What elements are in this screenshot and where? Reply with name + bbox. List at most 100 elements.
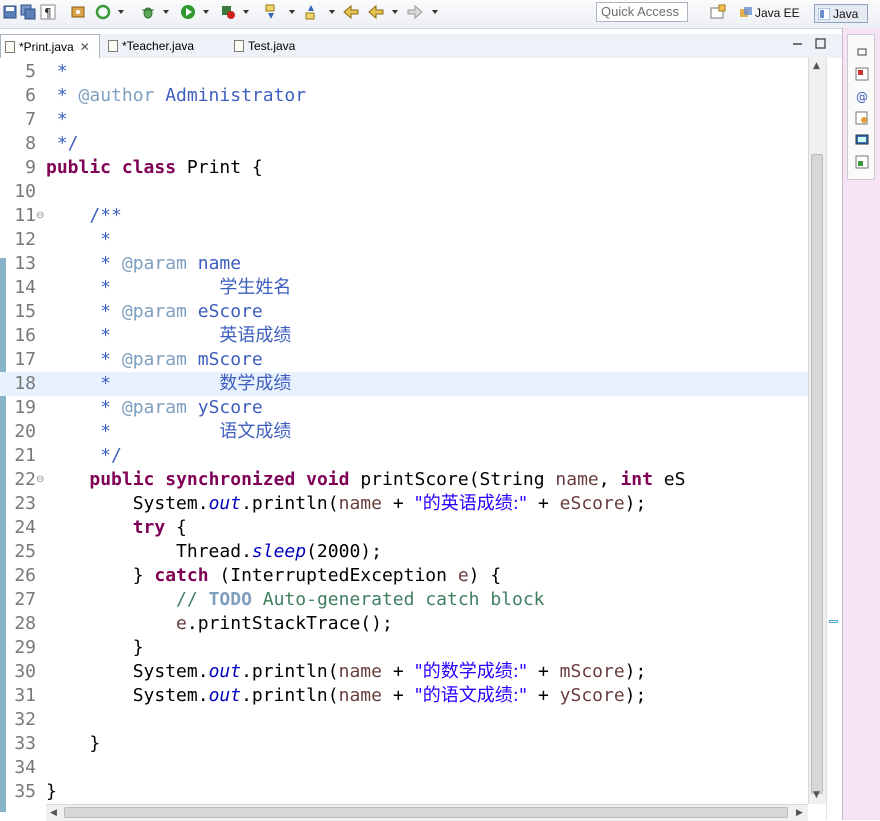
scroll-up-arrow[interactable]: ▲ bbox=[813, 61, 820, 71]
forward-dropdown-arrow[interactable] bbox=[432, 10, 438, 14]
code-line[interactable]: 22 ⊖ public synchronized void printScore(… bbox=[0, 468, 808, 492]
debug-icon[interactable] bbox=[140, 4, 156, 20]
code-token: mScore bbox=[186, 349, 263, 370]
code-token: @param bbox=[121, 301, 187, 322]
code-editor[interactable]: 5 * 6 * @author Administrator 7 * 8 */9 publ… bbox=[0, 58, 843, 821]
code-token: void bbox=[306, 469, 350, 490]
external-tools-icon[interactable] bbox=[220, 4, 236, 20]
code-token: * bbox=[46, 421, 220, 442]
code-line[interactable]: 18 * 数学成绩 bbox=[0, 372, 808, 396]
run-dropdown-arrow[interactable] bbox=[203, 10, 209, 14]
code-token: * bbox=[46, 253, 122, 274]
java-file-icon bbox=[234, 40, 244, 52]
previous-annotation-icon[interactable] bbox=[303, 4, 319, 20]
open-perspective-icon[interactable] bbox=[710, 4, 726, 20]
scroll-down-arrow[interactable]: ▼ bbox=[813, 790, 820, 800]
last-edit-icon[interactable] bbox=[343, 4, 359, 20]
code-line[interactable]: 30 System.out.println(name + "的数学成绩:" + … bbox=[0, 660, 808, 684]
quick-access-input[interactable]: Quick Access bbox=[596, 2, 688, 22]
code-line[interactable]: 8 */ bbox=[0, 132, 808, 156]
code-line[interactable]: 6 * @author Administrator bbox=[0, 84, 808, 108]
code-line[interactable]: 15 * @param eScore bbox=[0, 300, 808, 324]
code-text: public class Print { bbox=[46, 156, 263, 180]
code-line[interactable]: 20 * 语文成绩 bbox=[0, 420, 808, 444]
code-text: * @param eScore bbox=[46, 300, 263, 324]
code-line[interactable]: 24 try { bbox=[0, 516, 808, 540]
next-annotation-dropdown-arrow[interactable] bbox=[289, 10, 295, 14]
forward-icon[interactable] bbox=[407, 4, 423, 20]
code-line[interactable]: 28 e.printStackTrace(); bbox=[0, 612, 808, 636]
code-line[interactable]: 27 // TODO Auto-generated catch block bbox=[0, 588, 808, 612]
code-line[interactable]: 23 System.out.println(name + "的英语成绩:" + … bbox=[0, 492, 808, 516]
code-line[interactable]: 31 System.out.println(name + "的语文成绩:" + … bbox=[0, 684, 808, 708]
minimized-views-toolbar: @ bbox=[847, 34, 875, 180]
back-icon[interactable] bbox=[368, 4, 384, 20]
code-line[interactable]: 19 * @param yScore bbox=[0, 396, 808, 420]
perspective-java[interactable]: Java bbox=[814, 4, 868, 23]
console-icon[interactable] bbox=[855, 133, 869, 147]
code-token: { bbox=[165, 517, 187, 538]
fold-toggle-icon[interactable]: ⊖ bbox=[36, 211, 44, 221]
declaration-icon[interactable] bbox=[855, 111, 869, 125]
code-line[interactable]: 7 * bbox=[0, 108, 808, 132]
outline-icon[interactable] bbox=[855, 155, 869, 169]
code-line[interactable]: 5 * bbox=[0, 60, 808, 84]
code-line[interactable]: 10 bbox=[0, 180, 808, 204]
code-line[interactable]: 29 } bbox=[0, 636, 808, 660]
code-token: sleep bbox=[251, 541, 307, 562]
code-token: out bbox=[208, 661, 242, 682]
refresh-icon[interactable] bbox=[95, 4, 111, 20]
code-line[interactable]: 21 */ bbox=[0, 444, 808, 468]
vertical-scroll-thumb[interactable] bbox=[811, 154, 823, 794]
code-line[interactable]: 25 Thread.sleep(2000); bbox=[0, 540, 808, 564]
external-tools-dropdown-arrow[interactable] bbox=[243, 10, 249, 14]
minimize-icon[interactable] bbox=[855, 45, 869, 59]
perspective-java-ee[interactable]: Java EE bbox=[740, 4, 808, 23]
code-line[interactable]: 14 * 学生姓名 bbox=[0, 276, 808, 300]
run-icon[interactable] bbox=[180, 4, 196, 20]
code-line[interactable]: 26 } catch (InterruptedException e) { bbox=[0, 564, 808, 588]
code-line[interactable]: 16 * 英语成绩 bbox=[0, 324, 808, 348]
maximize-icon[interactable] bbox=[815, 38, 826, 49]
code-token: * bbox=[46, 397, 122, 418]
next-annotation-icon[interactable] bbox=[263, 4, 279, 20]
scroll-left-arrow[interactable]: ◀ bbox=[50, 808, 57, 818]
new-java-project-icon[interactable] bbox=[70, 4, 86, 20]
code-token: 学生姓名 bbox=[219, 277, 292, 298]
fold-toggle-icon[interactable]: ⊖ bbox=[36, 475, 44, 485]
debug-dropdown-arrow[interactable] bbox=[163, 10, 169, 14]
code-line[interactable]: 13 * @param name bbox=[0, 252, 808, 276]
overview-ruler[interactable] bbox=[826, 58, 843, 820]
scroll-right-arrow[interactable]: ▶ bbox=[796, 808, 803, 818]
minimize-icon[interactable] bbox=[792, 38, 803, 49]
code-line[interactable]: 9 public class Print { bbox=[0, 156, 808, 180]
tab-test-java[interactable]: Test.java bbox=[234, 34, 324, 58]
code-token: "的语文成绩:" bbox=[414, 685, 528, 706]
javadoc-icon[interactable]: @ bbox=[855, 89, 869, 103]
code-line[interactable]: 35} bbox=[0, 780, 808, 804]
code-token: ); bbox=[624, 661, 647, 682]
code-line[interactable]: 32 bbox=[0, 708, 808, 732]
previous-annotation-dropdown-arrow[interactable] bbox=[329, 10, 335, 14]
code-line[interactable]: 17 * @param mScore bbox=[0, 348, 808, 372]
show-whitespace-icon[interactable]: ¶ bbox=[40, 4, 56, 20]
code-line[interactable]: 11 ⊖ /** bbox=[0, 204, 808, 228]
save-icon[interactable] bbox=[2, 4, 18, 20]
code-line[interactable]: 12 * bbox=[0, 228, 808, 252]
tab-teacher-java[interactable]: *Teacher.java bbox=[108, 34, 223, 58]
save-all-icon[interactable] bbox=[20, 4, 36, 20]
package-explorer-icon[interactable] bbox=[855, 67, 869, 81]
refresh-dropdown-arrow[interactable] bbox=[118, 10, 124, 14]
code-token: @param bbox=[121, 349, 187, 370]
line-number: 30 bbox=[14, 661, 36, 682]
horizontal-scrollbar[interactable]: ◀ ▶ bbox=[46, 804, 808, 821]
back-dropdown-arrow[interactable] bbox=[392, 10, 398, 14]
close-icon[interactable]: ✕ bbox=[80, 40, 90, 54]
tab-print-java[interactable]: *Print.java ✕ bbox=[0, 34, 100, 58]
horizontal-scroll-thumb[interactable] bbox=[64, 807, 788, 818]
code-line[interactable]: 33 } bbox=[0, 732, 808, 756]
overview-marker[interactable] bbox=[829, 620, 838, 623]
vertical-scrollbar[interactable]: ▲ ▼ bbox=[808, 58, 826, 804]
code-line[interactable]: 34 bbox=[0, 756, 808, 780]
